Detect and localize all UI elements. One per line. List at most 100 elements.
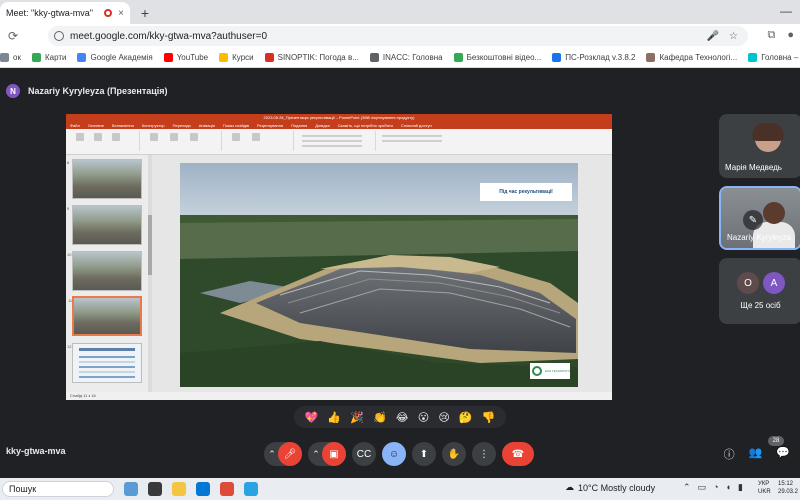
pin-icon[interactable]: ✎ <box>743 210 763 230</box>
bookmark-label: INACC: Головна <box>382 53 443 62</box>
weather-text: 10°C Mostly cloudy <box>578 482 656 493</box>
microphone-icon[interactable]: 🎤 <box>707 31 719 42</box>
new-tab-button[interactable]: + <box>136 4 154 22</box>
bookmark-favicon-icon <box>369 53 379 62</box>
more-options-button[interactable]: ⋮ <box>472 442 496 466</box>
bookmark-item[interactable]: Курси <box>219 53 254 62</box>
reaction-emoji[interactable]: 👎 <box>482 411 496 424</box>
camera-control: ⌃ ▣ <box>308 442 346 466</box>
store-icon[interactable] <box>196 482 210 496</box>
task-view-icon[interactable] <box>148 482 162 496</box>
shared-screen: 2023.05.26_Презентація рекультивації – P… <box>66 114 612 400</box>
bookmark-item[interactable]: SINOPTIK: Погода в... <box>264 53 359 62</box>
captions-button[interactable]: CC <box>352 442 376 466</box>
ppt-menu-item: Конструктор <box>141 123 165 128</box>
wifi-icon[interactable]: ◔ <box>713 482 718 493</box>
thumb-number: 8 <box>67 160 70 165</box>
chrome-icon[interactable] <box>220 482 234 496</box>
language-code: УКР <box>758 481 770 487</box>
bookmark-item[interactable]: INACC: Головна <box>369 53 443 62</box>
url-text[interactable]: meet.google.com/kky-gtwa-mva?authuser=0 <box>70 31 707 42</box>
reaction-emoji[interactable]: 💖 <box>305 411 319 424</box>
bookmark-label: Google Академія <box>90 53 153 62</box>
address-bar[interactable]: meet.google.com/kky-gtwa-mva?authuser=0 … <box>48 26 748 46</box>
ribbon-button <box>150 133 158 141</box>
minimize-icon[interactable]: — <box>780 4 792 18</box>
language-indicator[interactable]: УКР UKR <box>758 480 771 496</box>
bookmark-item[interactable]: ПС-Розклад v.3.8.2 <box>552 53 635 62</box>
bookmark-item[interactable]: YouTube <box>163 53 208 62</box>
ribbon-button <box>112 133 120 141</box>
copilot-icon[interactable] <box>124 482 138 496</box>
reaction-emoji[interactable]: 😮 <box>418 411 429 424</box>
bookmark-item[interactable]: Google Академія <box>77 53 153 62</box>
thumb-decoration <box>79 366 135 368</box>
camera-off-button[interactable]: ▣ <box>322 442 346 466</box>
raise-hand-button[interactable]: ✋ <box>442 442 466 466</box>
system-tray: ⌃ ▭ ◔ ◖ ▮ <box>683 482 743 493</box>
bookmark-item[interactable]: ок <box>0 53 21 62</box>
chevron-up-icon[interactable]: ⌃ <box>310 442 322 466</box>
current-slide: Під час рекультивації ЕКО ТЕХНОЛОГІЇ <box>180 163 578 387</box>
people-icon[interactable]: 👥 <box>749 446 763 462</box>
presenter-header: N Nazariy Kyryleyza (Презентація) <box>0 80 168 102</box>
weather-widget[interactable]: ☁ 10°C Mostly cloudy <box>565 482 655 493</box>
end-call-button[interactable]: ☎ <box>502 442 534 466</box>
reaction-emoji[interactable]: 🎉 <box>350 411 364 424</box>
bookmark-item[interactable]: Головна – Canva <box>748 53 800 62</box>
ppt-menu-item: Довідка <box>315 123 330 128</box>
participant-face <box>752 123 784 152</box>
time: 15:12 <box>778 481 794 487</box>
reload-icon[interactable]: ⟳ <box>4 29 22 43</box>
slide-label: Під час рекультивації <box>480 183 572 201</box>
reaction-emoji[interactable]: 😢 <box>438 411 449 424</box>
network-icon[interactable]: ▭ <box>698 482 707 493</box>
participant-hair <box>752 123 784 141</box>
bookmark-item[interactable]: Карти <box>31 53 66 62</box>
participant-avatar: A <box>763 272 785 294</box>
others-tile[interactable]: O A Ще 25 осіб <box>719 258 800 324</box>
site-info-icon[interactable] <box>54 31 64 41</box>
company-logo: ЕКО ТЕХНОЛОГІЇ <box>530 363 570 379</box>
thumb-number: 12 <box>67 344 72 349</box>
extensions-icon[interactable]: ⧉ <box>767 29 775 42</box>
reaction-emoji[interactable]: 👏 <box>373 411 387 424</box>
bookmark-item[interactable]: Безкоштовні відео... <box>453 53 541 62</box>
thumb-decoration <box>79 356 135 358</box>
others-count: Ще 25 осіб <box>740 301 781 310</box>
participant-tile[interactable]: Марія Медведь <box>719 114 800 178</box>
thumb-decoration <box>79 371 135 373</box>
bookmark-favicon-icon <box>31 53 41 62</box>
chat-icon[interactable]: 💬 <box>776 446 790 462</box>
bookmark-favicon-icon <box>163 53 173 62</box>
present-button[interactable]: ⬆ <box>412 442 436 466</box>
windows-taskbar: Пошук ☁ 10°C Mostly cloudy ⌃ ▭ ◔ ◖ ▮ УКР… <box>0 478 800 500</box>
ppt-menu-item: Показ слайдів <box>222 123 250 128</box>
reaction-emoji[interactable]: 👍 <box>327 411 341 424</box>
reaction-emoji[interactable]: 😂 <box>396 411 409 424</box>
profile-icon[interactable]: ● <box>787 29 794 42</box>
emoji-button[interactable]: ☺ <box>382 442 406 466</box>
bookmark-star-icon[interactable]: ☆ <box>729 31 738 42</box>
telegram-icon[interactable] <box>244 482 258 496</box>
ribbon-button <box>170 133 178 141</box>
file-explorer-icon[interactable] <box>172 482 186 496</box>
clock[interactable]: 15:12 29.03.2 <box>778 480 798 496</box>
battery-icon[interactable]: ▮ <box>738 482 743 493</box>
mic-off-button[interactable]: 🎤︎ <box>278 442 302 466</box>
tab-close-icon[interactable]: × <box>118 8 124 19</box>
mic-control: ⌃ 🎤︎ <box>264 442 302 466</box>
taskbar-search[interactable]: Пошук <box>2 481 114 497</box>
tab-meet[interactable]: Meet: "kky-gtwa-mva" × <box>0 2 130 24</box>
volume-icon[interactable]: ◖ <box>726 482 731 493</box>
ppt-ribbon <box>66 129 612 155</box>
participant-tile-presenter[interactable]: ✎ Nazariy Kyryleyza <box>719 186 800 250</box>
ribbon-option <box>382 135 442 137</box>
bookmark-item[interactable]: Кафедра Технологі... <box>646 53 737 62</box>
reaction-emoji[interactable]: 🤔 <box>459 411 473 424</box>
bookmark-favicon-icon <box>748 53 758 62</box>
chevron-up-icon[interactable]: ⌃ <box>266 442 278 466</box>
presenter-title: Nazariy Kyryleyza (Презентація) <box>28 86 168 96</box>
tray-chevron-icon[interactable]: ⌃ <box>683 482 691 493</box>
info-icon[interactable]: ⓘ <box>724 446 735 462</box>
